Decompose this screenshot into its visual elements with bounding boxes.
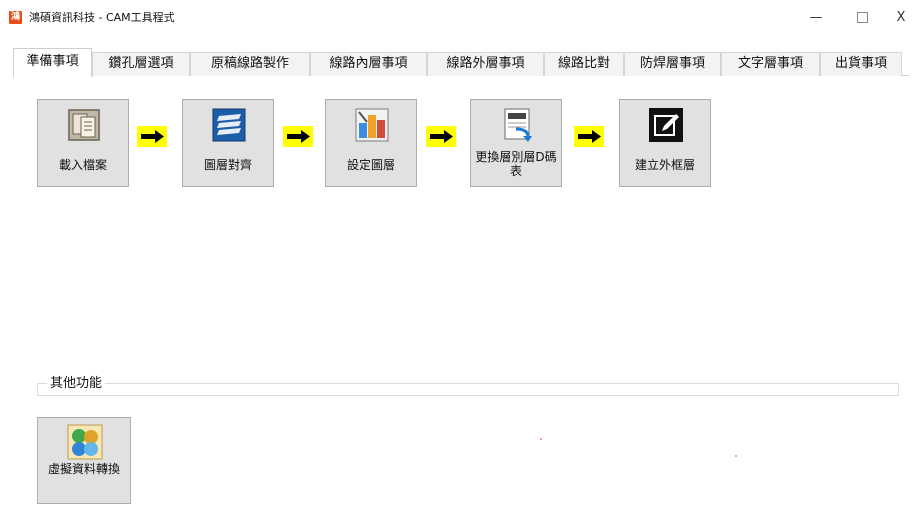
tab-inner-layer[interactable]: 線路內層事項 — [310, 52, 427, 76]
flow-arrow-1 — [137, 126, 167, 147]
load-file-label: 載入檔案 — [58, 158, 107, 172]
app-window: 鴻 鴻碩資訊科技 - CAM工具程式 — X 準備事項 鑽孔層選項 原稿線路製作… — [0, 0, 913, 524]
maximize-icon — [856, 12, 868, 23]
tab-original-circuit[interactable]: 原稿線路製作 — [190, 52, 310, 76]
arrow-right-icon — [430, 130, 453, 143]
tab-shipping[interactable]: 出貨事項 — [820, 52, 902, 76]
app-logo-icon: 鴻 — [9, 11, 22, 24]
other-functions-groupbox — [37, 383, 899, 396]
artifact-dot — [735, 455, 737, 457]
other-functions-title: 其他功能 — [47, 376, 106, 392]
edit-outline-icon — [649, 108, 683, 142]
replace-dcode-label: 更換層別層D碼表 — [475, 150, 557, 178]
tab-circuit-compare[interactable]: 線路比對 — [544, 52, 624, 76]
document-load-icon — [68, 109, 100, 141]
tab-outer-layer[interactable]: 線路外層事項 — [427, 52, 544, 76]
layers-align-icon — [212, 108, 246, 142]
flow-arrow-2 — [283, 126, 313, 147]
tab-solder-mask[interactable]: 防焊層事項 — [624, 52, 721, 76]
dcode-table-icon — [504, 108, 532, 142]
arrow-right-icon — [141, 130, 164, 143]
virtual-data-convert-label: 虛擬資料轉換 — [47, 462, 120, 476]
flow-arrow-4 — [574, 126, 604, 147]
create-outline-layer-button[interactable]: 建立外框層 — [619, 99, 711, 187]
flow-arrow-3 — [426, 126, 456, 147]
layer-align-label: 圖層對齊 — [203, 158, 252, 172]
tab-preparation[interactable]: 準備事項 — [13, 48, 92, 77]
title-bar: 鴻 鴻碩資訊科技 - CAM工具程式 — X — [0, 0, 913, 34]
set-layer-button[interactable]: 設定圖層 — [325, 99, 417, 187]
layer-align-button[interactable]: 圖層對齊 — [182, 99, 274, 187]
create-outline-layer-label: 建立外框層 — [634, 158, 695, 172]
artifact-dot — [540, 438, 542, 440]
set-layer-label: 設定圖層 — [346, 158, 395, 172]
virtual-data-convert-icon — [67, 424, 103, 460]
window-title: 鴻碩資訊科技 - CAM工具程式 — [29, 11, 175, 24]
arrow-right-icon — [578, 130, 601, 143]
tab-drill-layer[interactable]: 鑽孔層選項 — [92, 52, 190, 76]
arrow-right-icon — [287, 130, 310, 143]
load-file-button[interactable]: 載入檔案 — [37, 99, 129, 187]
maximize-button[interactable] — [842, 6, 882, 30]
layer-settings-icon — [355, 108, 389, 142]
close-button[interactable]: X — [889, 6, 913, 30]
main-tabs: 準備事項 鑽孔層選項 原稿線路製作 線路內層事項 線路外層事項 線路比對 防焊層… — [13, 48, 909, 77]
minimize-button[interactable]: — — [796, 6, 836, 30]
virtual-data-convert-button[interactable]: 虛擬資料轉換 — [37, 417, 131, 504]
tab-text-layer[interactable]: 文字層事項 — [721, 52, 820, 76]
replace-dcode-button[interactable]: 更換層別層D碼表 — [470, 99, 562, 187]
